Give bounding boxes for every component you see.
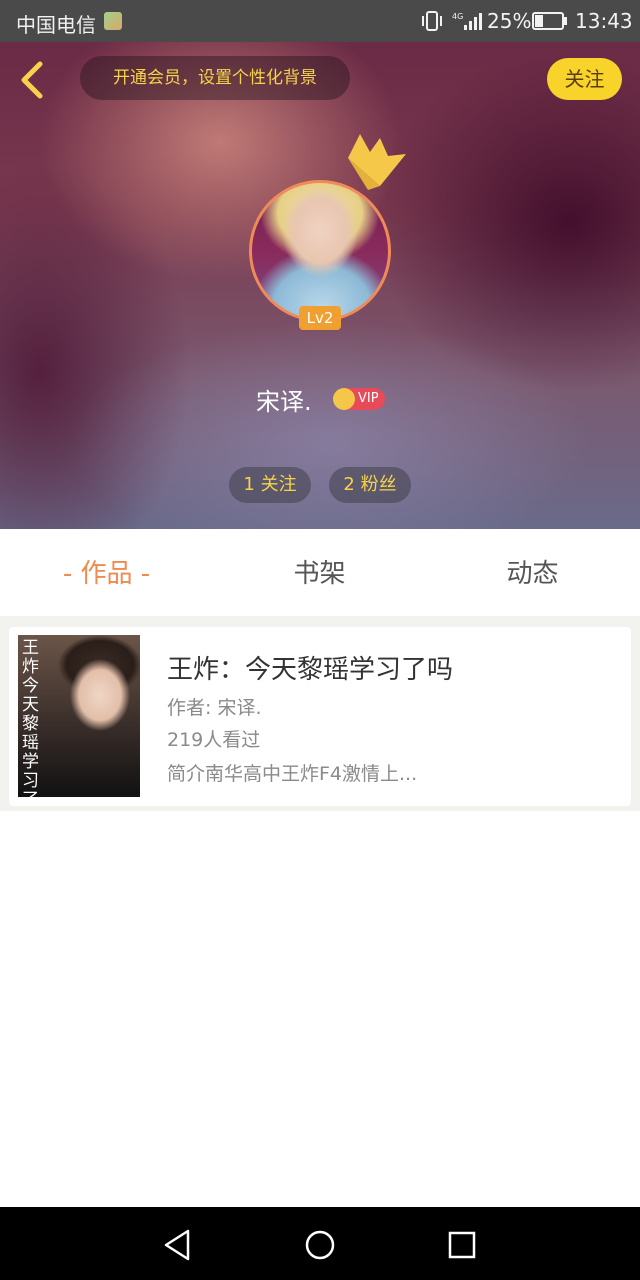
vip-promo-banner[interactable]: 开通会员，设置个性化背景 <box>80 56 350 100</box>
following-count-button[interactable]: 1 关注 <box>229 467 311 503</box>
vibrate-icon <box>422 11 442 31</box>
fans-count-button[interactable]: 2 粉丝 <box>329 467 411 503</box>
signal-label: 4G <box>452 12 463 21</box>
back-arrow-icon[interactable] <box>14 60 54 100</box>
nav-recent-icon[interactable] <box>444 1227 480 1263</box>
battery-percent: 25% <box>487 9 532 33</box>
battery-icon <box>532 12 567 30</box>
level-badge: Lv2 <box>299 306 341 330</box>
carrier-name: 中国电信 <box>16 13 96 37</box>
book-author: 作者: 宋译. <box>167 697 262 719</box>
status-bar: 中国电信 4G 25% 13:43 <box>0 0 640 42</box>
book-cover: 王炸今天黎瑶学习了吗 <box>18 635 140 797</box>
works-list: 王炸今天黎瑶学习了吗 王炸：今天黎瑶学习了吗 作者: 宋译. 219人看过 简介… <box>0 616 640 811</box>
nav-back-icon[interactable] <box>160 1227 196 1263</box>
signal-icon: 4G <box>452 12 482 30</box>
vip-crown-icon <box>333 388 355 410</box>
username: 宋译. <box>256 388 312 416</box>
vip-label: VIP <box>358 391 379 406</box>
book-card[interactable]: 王炸今天黎瑶学习了吗 王炸：今天黎瑶学习了吗 作者: 宋译. 219人看过 简介… <box>9 627 631 806</box>
system-nav-bar <box>0 1207 640 1280</box>
nav-home-icon[interactable] <box>302 1227 338 1263</box>
tab-bar: - 作品 - 书架 动态 <box>0 529 640 616</box>
avatar[interactable] <box>249 180 391 322</box>
tab-activity[interactable]: 动态 <box>426 529 639 616</box>
vip-badge: VIP <box>333 388 385 410</box>
tab-bookshelf[interactable]: 书架 <box>213 529 426 616</box>
profile-header: 开通会员，设置个性化背景 关注 Lv2 宋译. VIP 1 关注 2 粉丝 <box>0 42 640 529</box>
tab-works[interactable]: - 作品 - <box>0 529 213 616</box>
book-title: 王炸：今天黎瑶学习了吗 <box>167 655 454 685</box>
book-intro: 简介南华高中王炸F4激情上... <box>167 763 418 785</box>
cover-title-art: 王炸今天黎瑶学习了吗 <box>22 638 39 798</box>
app-notification-icon <box>104 12 122 30</box>
clock: 13:43 <box>575 9 633 33</box>
book-views: 219人看过 <box>167 729 261 751</box>
follow-button[interactable]: 关注 <box>547 58 622 100</box>
